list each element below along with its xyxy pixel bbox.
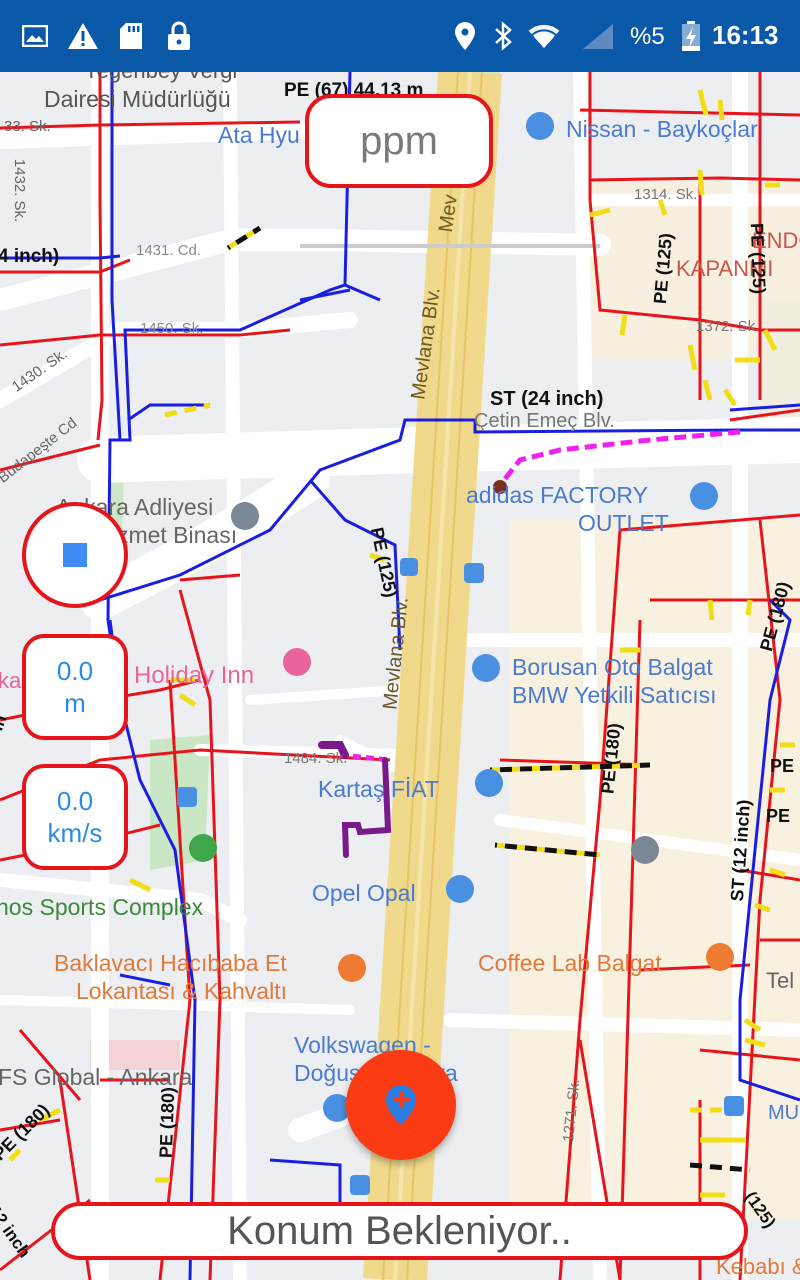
map-label: Dairesi Müdürlüğü: [44, 86, 231, 112]
map-label: Çetin Emeç Blv.: [474, 410, 615, 432]
signal-icon: [578, 18, 618, 54]
distance-display: 0.0 m: [22, 634, 128, 740]
map-label: 1484. Sk.: [284, 750, 348, 767]
image-icon: [18, 18, 52, 54]
map-label: Yegenbey Vergi: [84, 72, 237, 84]
map-label: 33. Sk.: [4, 118, 51, 135]
warning-icon: [66, 18, 100, 54]
location-status-text: Konum Bekleniyor..: [227, 1208, 572, 1253]
ppm-label: ppm: [360, 118, 438, 163]
distance-value: 0.0: [56, 656, 94, 686]
map-label: 1314. Sk.: [634, 186, 698, 203]
ppm-display: ppm: [305, 94, 493, 188]
pipe-label: PE (180): [155, 1086, 179, 1159]
map-label: Coffee Lab Balgat: [478, 950, 662, 976]
battery-percent: %5: [630, 23, 665, 50]
bluetooth-icon: [486, 18, 520, 54]
pipe-label: ST (24 inch): [490, 388, 604, 410]
pipe-label: PE: [770, 756, 795, 776]
stop-icon: [63, 543, 87, 567]
map-label: Lokantası & Kahvaltı: [76, 978, 287, 1004]
battery-charging-icon: [674, 18, 708, 54]
map-label: nos Sports Complex: [0, 894, 204, 920]
location-icon: [448, 18, 482, 54]
map-label: 1432. Sk.: [11, 158, 29, 223]
pipe-label: PE (125): [746, 222, 770, 295]
map-label: Opel Opal: [312, 880, 416, 906]
map-label: 1431. Cd.: [136, 242, 202, 259]
pipe-label: PE: [766, 806, 791, 826]
pipe-label: 4 inch): [0, 246, 60, 267]
clock: 16:13: [712, 20, 779, 50]
map-label: OUTLET: [578, 510, 669, 536]
speed-unit: km/s: [47, 818, 103, 848]
status-bar: %5 16:13: [0, 0, 800, 72]
map-label: Holiday Inn: [134, 662, 255, 689]
map-label: ka: [0, 668, 22, 693]
map-label: Kartaş FİAT: [318, 776, 439, 802]
location-status-bar: Konum Bekleniyor..: [51, 1202, 748, 1260]
wifi-icon: [524, 18, 564, 54]
map-label: BMW Yetkili Satıcısı: [512, 682, 717, 708]
map-label: Baklavacı Hacıbaba Et: [54, 950, 287, 976]
sd-card-icon: [114, 18, 148, 54]
lock-icon: [162, 18, 196, 54]
speed-display: 0.0 km/s: [22, 764, 128, 870]
map-label: Tel: [766, 968, 795, 993]
map-label: Borusan Oto Balgat: [512, 654, 713, 680]
add-location-icon: [386, 1085, 416, 1125]
speed-value: 0.0: [56, 786, 94, 816]
map-label: 1450. Sk.: [140, 320, 204, 337]
map-label: 1372. Sk.: [696, 318, 760, 335]
map-label: Ata Hyu: [218, 122, 300, 148]
map-label: adidas FACTORY: [466, 482, 648, 508]
add-location-button[interactable]: [346, 1050, 456, 1160]
map-label: Nissan - Baykoçlar: [566, 116, 758, 142]
distance-unit: m: [64, 688, 86, 718]
map-label: MU: [768, 1102, 800, 1124]
stop-button[interactable]: [22, 502, 128, 608]
